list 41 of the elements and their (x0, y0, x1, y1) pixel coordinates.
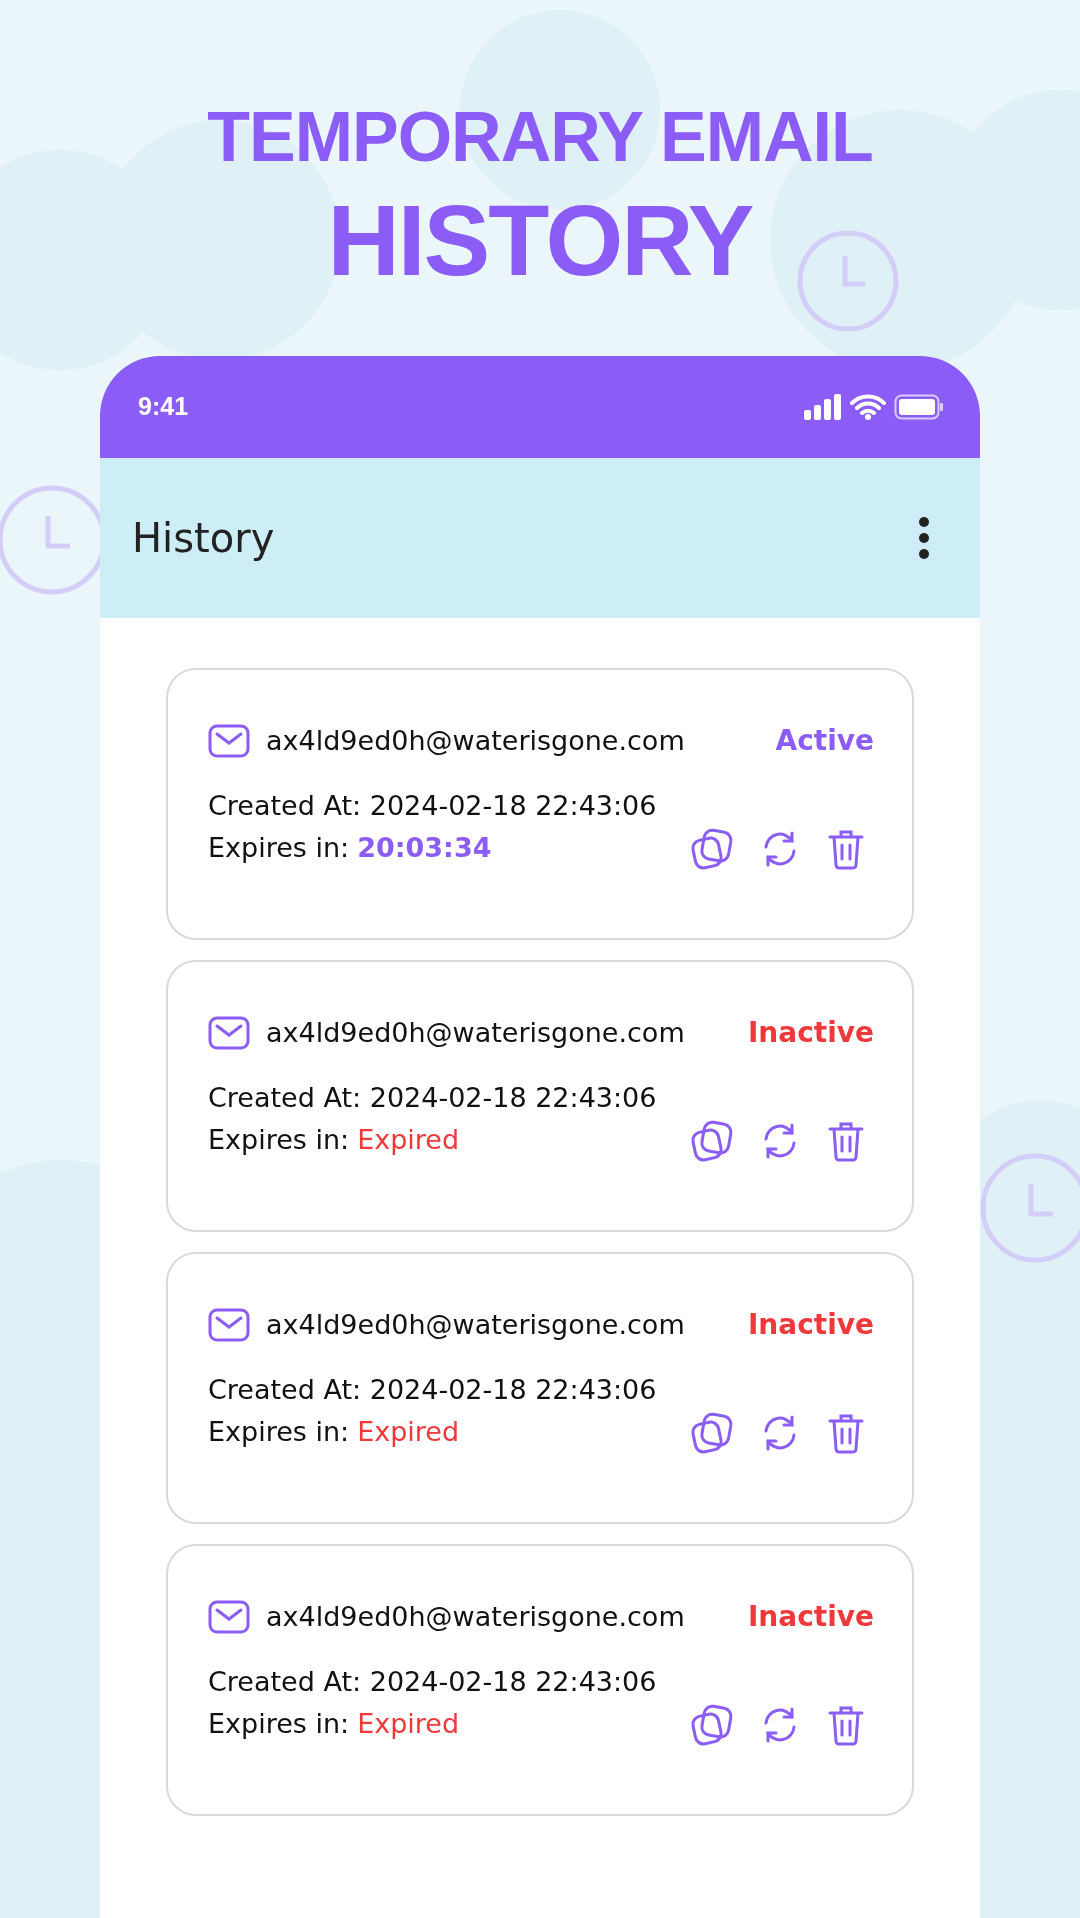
app-title: History (132, 514, 275, 563)
email-address: ax4ld9ed0h@waterisgone.com (266, 1599, 686, 1634)
expires-label: Expires in: (208, 1123, 350, 1158)
copy-button[interactable] (690, 1118, 734, 1163)
status-label: Inactive (747, 1307, 874, 1343)
status-label: Inactive (747, 1599, 874, 1635)
expires-value: 20:03:34 (357, 831, 492, 866)
copy-button[interactable] (690, 1702, 734, 1747)
more-menu-button[interactable] (918, 516, 930, 560)
copy-icon (690, 826, 734, 871)
expires-value: Expired (357, 1707, 460, 1742)
headline: TEMPORARY EMAIL (207, 102, 873, 172)
expires-value: Expired (357, 1415, 460, 1450)
status-time: 9:41 (138, 391, 189, 423)
status-label: Inactive (747, 1015, 874, 1051)
signal-icon (804, 394, 842, 420)
email-address: ax4ld9ed0h@waterisgone.com (266, 1015, 686, 1050)
created-date: Created At: 2024-02-18 22:43:06 (208, 789, 658, 823)
mail-icon (208, 1016, 250, 1050)
email-address: ax4ld9ed0h@waterisgone.com (266, 723, 686, 758)
wifi-icon (850, 394, 886, 420)
expires-label: Expires in: (208, 1415, 350, 1450)
copy-icon (690, 1702, 734, 1747)
mail-icon (208, 1308, 250, 1342)
copy-button[interactable] (690, 826, 734, 871)
battery-icon (894, 394, 944, 420)
email-address: ax4ld9ed0h@waterisgone.com (266, 1307, 686, 1342)
created-date: Created At: 2024-02-18 22:43:06 (208, 1373, 658, 1407)
copy-icon (690, 1410, 734, 1455)
mail-icon (208, 724, 250, 758)
expires-label: Expires in: (208, 831, 350, 866)
status-label: Active (775, 723, 874, 759)
expires-label: Expires in: (208, 1707, 350, 1742)
created-date: Created At: 2024-02-18 22:43:06 (208, 1665, 658, 1699)
expires-value: Expired (357, 1123, 460, 1158)
mail-icon (208, 1600, 250, 1634)
copy-button[interactable] (690, 1410, 734, 1455)
created-date: Created At: 2024-02-18 22:43:06 (208, 1081, 658, 1115)
clock-icon (795, 228, 901, 334)
headline: HISTORY (327, 190, 753, 290)
copy-icon (690, 1118, 734, 1163)
